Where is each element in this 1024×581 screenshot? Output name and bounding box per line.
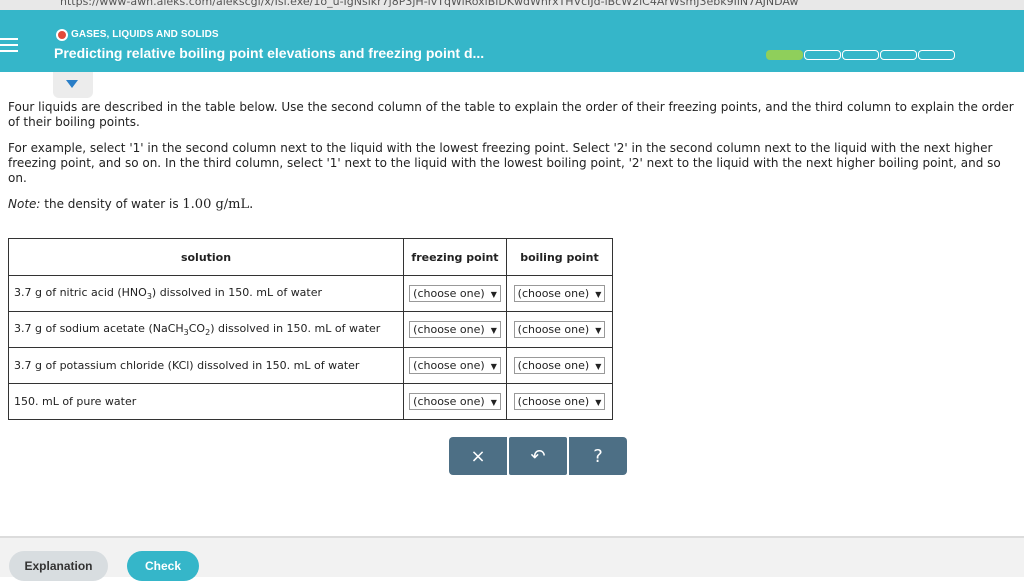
solution-cell: 3.7 g of nitric acid (HNO3) dissolved in… xyxy=(8,275,404,312)
solutions-table: solution freezing point boiling point 3.… xyxy=(8,238,613,420)
table-row: 3.7 g of nitric acid (HNO3) dissolved in… xyxy=(8,275,613,312)
boiling-select[interactable]: (choose one) ▼ xyxy=(513,285,606,302)
app-header: GASES, LIQUIDS AND SOLIDS Predicting rel… xyxy=(0,10,1024,72)
progress-segment-1 xyxy=(766,50,803,60)
explanation-button[interactable]: Explanation xyxy=(9,551,108,581)
undo-icon: ↶ xyxy=(530,445,546,467)
progress-segment-4 xyxy=(880,50,917,60)
check-button[interactable]: Check xyxy=(127,551,199,581)
freezing-select[interactable]: (choose one) ▼ xyxy=(409,393,501,410)
table-row: 150. mL of pure water (choose one) ▼ (cho… xyxy=(8,383,613,420)
progress-segment-2 xyxy=(804,50,841,60)
note-text: the density of water is xyxy=(44,197,179,211)
close-icon: × xyxy=(470,445,486,467)
menu-icon[interactable] xyxy=(0,38,18,54)
note-label: Note: xyxy=(8,197,41,211)
clear-button[interactable]: × xyxy=(449,437,507,475)
section-status-dot xyxy=(56,29,68,41)
freezing-select[interactable]: (choose one) ▼ xyxy=(409,285,501,302)
note-value: 1.00 g/mL. xyxy=(182,197,254,212)
solution-cell: 3.7 g of potassium chloride (KCl) dissol… xyxy=(8,347,404,384)
help-icon: ? xyxy=(593,445,603,467)
solution-cell: 3.7 g of sodium acetate (NaCH3CO2) disso… xyxy=(8,311,404,348)
solution-cell: 150. mL of pure water xyxy=(8,383,404,420)
section-label: GASES, LIQUIDS AND SOLIDS xyxy=(71,29,219,40)
help-button[interactable]: ? xyxy=(569,437,627,475)
boiling-select[interactable]: (choose one) ▼ xyxy=(513,321,606,338)
freezing-select[interactable]: (choose one) ▼ xyxy=(409,357,501,374)
col-header-freezing: freezing point xyxy=(403,238,507,276)
boiling-select[interactable]: (choose one) ▼ xyxy=(513,393,606,410)
boiling-select[interactable]: (choose one) ▼ xyxy=(513,357,606,374)
url-text: https://www-awn.aleks.com/alekscgi/x/Isl… xyxy=(60,0,799,8)
freezing-select[interactable]: (choose one) ▼ xyxy=(409,321,501,338)
answer-toolbar: × ↶ ? xyxy=(449,437,627,475)
progress-bar xyxy=(766,50,956,60)
page-title: Predicting relative boiling point elevat… xyxy=(54,45,485,61)
question-content: Four liquids are described in the table … xyxy=(8,100,1018,223)
collapse-button[interactable] xyxy=(53,72,93,98)
table-row: 3.7 g of sodium acetate (NaCH3CO2) disso… xyxy=(8,311,613,348)
col-header-boiling: boiling point xyxy=(506,238,613,276)
note: Note: the density of water is 1.00 g/mL. xyxy=(8,197,1018,212)
undo-button[interactable]: ↶ xyxy=(509,437,567,475)
footer-bar: Explanation Check xyxy=(0,536,1024,581)
progress-segment-3 xyxy=(842,50,879,60)
table-row: 3.7 g of potassium chloride (KCl) dissol… xyxy=(8,347,613,384)
chevron-down-icon xyxy=(66,80,78,88)
col-header-solution: solution xyxy=(8,238,404,276)
example-text: For example, select '1' in the second co… xyxy=(8,141,1001,185)
intro-text: Four liquids are described in the table … xyxy=(8,100,1014,129)
browser-address-bar[interactable]: https://www-awn.aleks.com/alekscgi/x/Isl… xyxy=(0,0,1024,10)
progress-segment-5 xyxy=(918,50,955,60)
